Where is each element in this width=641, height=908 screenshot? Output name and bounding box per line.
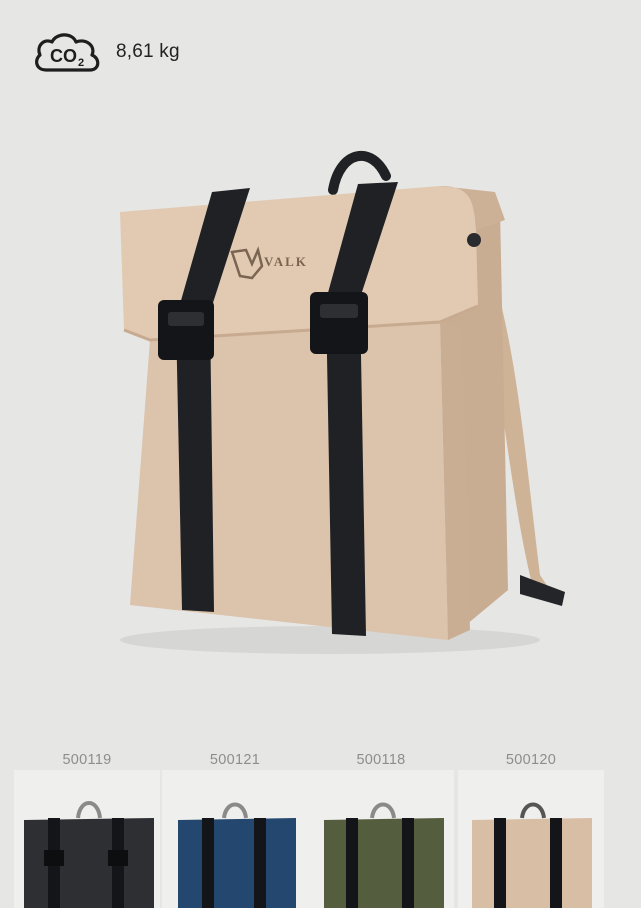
svg-text:VALK: VALK (264, 254, 308, 269)
variant-thumbnail[interactable] (458, 770, 604, 908)
variant-code: 500121 (209, 752, 261, 768)
variant-thumbnail[interactable] (14, 770, 160, 908)
variant-500118[interactable]: 500118 (308, 748, 454, 908)
variant-500120[interactable]: 500120 (458, 748, 604, 908)
variant-500119[interactable]: 500119 (14, 748, 160, 908)
variant-code: 500119 (62, 752, 112, 768)
variant-thumbnail[interactable] (162, 770, 308, 908)
variant-500121[interactable]: 500121 (162, 748, 308, 908)
variant-thumbnail[interactable] (308, 770, 454, 908)
product-hero-image: VALK (0, 0, 641, 760)
color-variants: 500119 500121 500118 500120 (0, 748, 641, 908)
variant-code: 500120 (505, 752, 557, 768)
variant-code: 500118 (356, 752, 406, 768)
